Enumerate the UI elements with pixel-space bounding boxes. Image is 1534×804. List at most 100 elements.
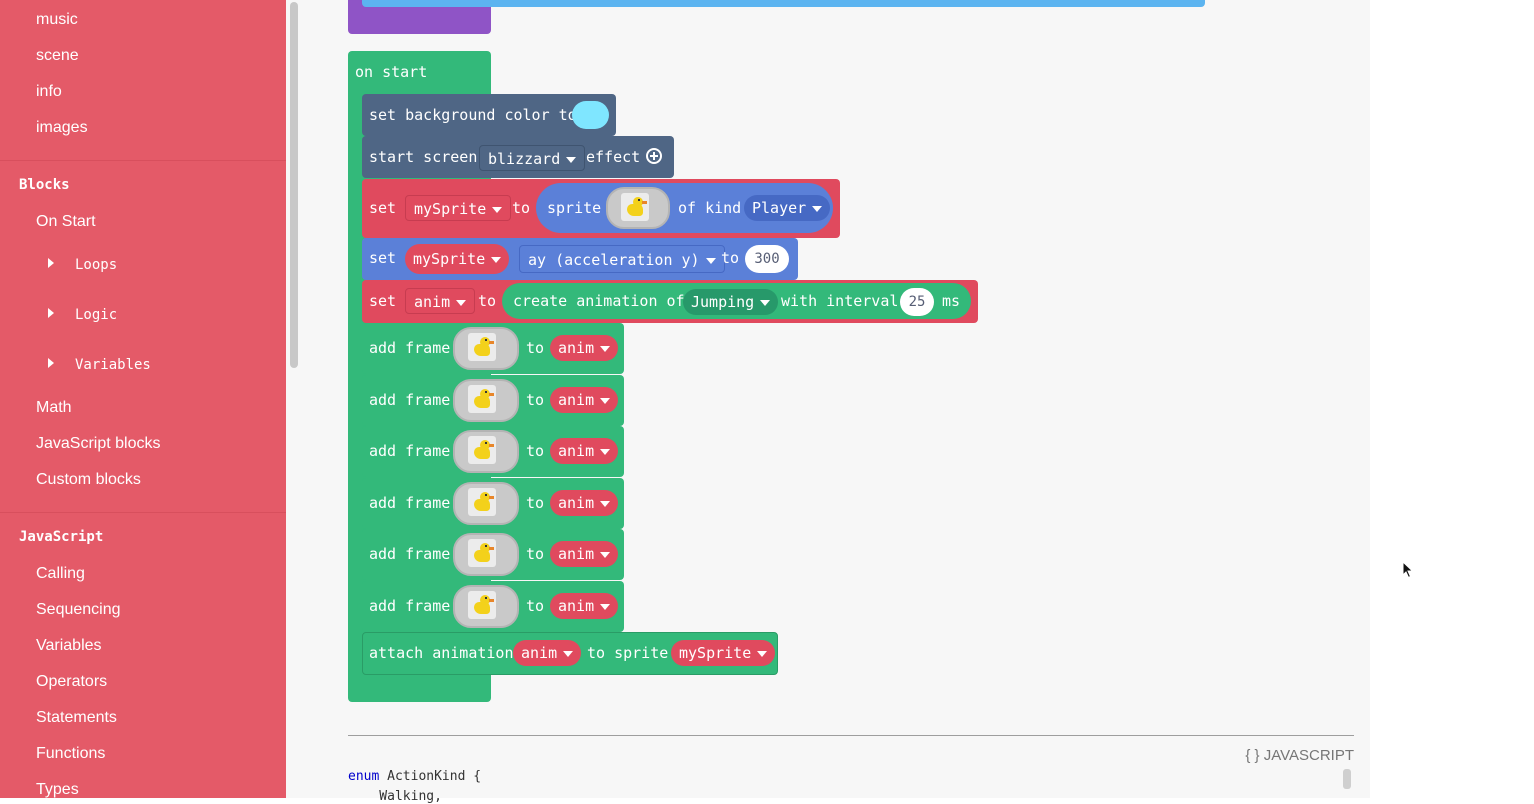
kind-dropdown-value: Player bbox=[752, 199, 807, 217]
sidebar-item-javascript-blocks[interactable]: JavaScript blocks bbox=[36, 435, 161, 453]
code-divider bbox=[348, 735, 1354, 736]
to-label: to bbox=[526, 494, 545, 512]
with-interval-label: with interval bbox=[781, 292, 899, 310]
anim-variable-dropdown[interactable]: anim bbox=[513, 640, 582, 666]
frame-image-slot[interactable] bbox=[453, 482, 519, 525]
variable-dropdown[interactable]: anim bbox=[405, 288, 476, 314]
add-frame-label: add frame bbox=[369, 494, 451, 512]
action-dropdown[interactable]: Jumping bbox=[683, 289, 779, 315]
sidebar-item-info[interactable]: info bbox=[36, 83, 62, 101]
code-scrollbar-thumb[interactable] bbox=[1343, 769, 1351, 789]
sidebar-item-loops[interactable]: Loops bbox=[75, 257, 117, 273]
to-label: to bbox=[526, 597, 545, 615]
to-label: to bbox=[526, 442, 545, 460]
frame-image-slot[interactable] bbox=[453, 585, 519, 628]
chevron-down-icon bbox=[492, 206, 503, 213]
ms-label: ms bbox=[942, 292, 961, 310]
sidebar-item-scene[interactable]: scene bbox=[36, 47, 79, 65]
frame-image-slot[interactable] bbox=[453, 533, 519, 576]
on-start-label: on start bbox=[355, 63, 428, 81]
add-frame-label: add frame bbox=[369, 339, 451, 357]
chevron-down-icon bbox=[600, 551, 611, 558]
sidebar-item-statements[interactable]: Statements bbox=[36, 709, 117, 727]
sprite-label: sprite bbox=[547, 199, 602, 217]
sidebar-item-sequencing[interactable]: Sequencing bbox=[36, 601, 121, 619]
sidebar-item-on-start[interactable]: On Start bbox=[36, 213, 96, 231]
duck-image-icon bbox=[468, 333, 496, 361]
add-frame-label: add frame bbox=[369, 545, 451, 563]
frame-image-slot[interactable] bbox=[453, 430, 519, 473]
sidebar-item-images[interactable]: images bbox=[36, 119, 88, 137]
action-dropdown-value: Jumping bbox=[691, 293, 755, 311]
anim-variable-value: anim bbox=[521, 644, 558, 662]
set-background-color-label: set background color to bbox=[369, 106, 577, 124]
anim-variable-value: anim bbox=[558, 391, 595, 409]
expand-arrow-icon[interactable] bbox=[48, 308, 54, 318]
expand-arrow-icon[interactable] bbox=[48, 258, 54, 268]
chevron-down-icon bbox=[600, 397, 611, 404]
color-swatch[interactable] bbox=[572, 101, 609, 129]
sidebar-heading-javascript[interactable]: JavaScript bbox=[19, 529, 103, 545]
duck-image-icon bbox=[468, 488, 496, 516]
expand-arrow-icon[interactable] bbox=[48, 358, 54, 368]
keyword-enum: enum bbox=[348, 769, 380, 784]
sidebar-item-variables[interactable]: Variables bbox=[36, 637, 102, 655]
sidebar-heading-blocks[interactable]: Blocks bbox=[19, 177, 70, 193]
chevron-down-icon bbox=[757, 650, 768, 657]
javascript-tab[interactable]: { } JAVASCRIPT bbox=[1245, 747, 1354, 764]
property-dropdown-value: ay (acceleration y) bbox=[528, 251, 700, 269]
sidebar-scrollbar-thumb[interactable] bbox=[290, 2, 298, 368]
duck-image-icon bbox=[468, 436, 496, 464]
frame-image-slot[interactable] bbox=[453, 379, 519, 422]
frame-image-slot[interactable] bbox=[453, 327, 519, 370]
sidebar-item-types[interactable]: Types bbox=[36, 781, 79, 798]
sidebar-item-operators[interactable]: Operators bbox=[36, 673, 107, 691]
anim-variable-dropdown[interactable]: anim bbox=[550, 490, 619, 516]
sprite-variable-dropdown[interactable]: mySprite bbox=[671, 640, 776, 666]
variable-dropdown-value: mySprite bbox=[414, 200, 487, 218]
interval-input[interactable]: 25 bbox=[900, 288, 934, 316]
variable-reporter[interactable]: mySprite bbox=[405, 244, 510, 274]
sidebar-item-functions[interactable]: Functions bbox=[36, 745, 105, 763]
blue-block-partial[interactable] bbox=[362, 0, 1205, 7]
add-icon[interactable] bbox=[646, 148, 662, 164]
duck-image-icon bbox=[468, 539, 496, 567]
anim-variable-dropdown[interactable]: anim bbox=[550, 438, 619, 464]
chevron-down-icon bbox=[812, 205, 823, 212]
chevron-down-icon bbox=[456, 299, 467, 306]
create-animation-label: create animation of bbox=[513, 292, 685, 310]
effect-dropdown[interactable]: blizzard bbox=[479, 145, 586, 171]
to-label: to bbox=[478, 292, 497, 310]
variable-reporter-value: mySprite bbox=[413, 250, 486, 268]
image-slot[interactable] bbox=[606, 187, 670, 229]
sidebar-item-music[interactable]: music bbox=[36, 11, 78, 29]
add-frame-label: add frame bbox=[369, 442, 451, 460]
sidebar-item-variables[interactable]: Variables bbox=[75, 357, 151, 373]
sidebar-item-logic[interactable]: Logic bbox=[75, 307, 117, 323]
effect-dropdown-value: blizzard bbox=[488, 150, 561, 168]
duck-image-icon bbox=[621, 193, 649, 221]
to-label: to bbox=[512, 199, 531, 217]
anim-variable-dropdown[interactable]: anim bbox=[550, 593, 619, 619]
sidebar-item-math[interactable]: Math bbox=[36, 399, 72, 417]
to-label: to bbox=[526, 339, 545, 357]
mouse-cursor-icon bbox=[1402, 561, 1414, 579]
sidebar-item-custom-blocks[interactable]: Custom blocks bbox=[36, 471, 141, 489]
of-kind-label: of kind bbox=[678, 199, 742, 217]
anim-variable-dropdown[interactable]: anim bbox=[550, 387, 619, 413]
anim-variable-dropdown[interactable]: anim bbox=[550, 335, 619, 361]
anim-variable-dropdown[interactable]: anim bbox=[550, 541, 619, 567]
variable-dropdown[interactable]: mySprite bbox=[405, 195, 512, 221]
chevron-down-icon bbox=[600, 448, 611, 455]
to-label: to bbox=[526, 545, 545, 563]
add-frame-label: add frame bbox=[369, 597, 451, 615]
sidebar-item-calling[interactable]: Calling bbox=[36, 565, 85, 583]
code-line-1-rest: ActionKind { bbox=[379, 769, 482, 784]
sidebar-divider bbox=[0, 160, 286, 161]
anim-variable-value: anim bbox=[558, 545, 595, 563]
anim-variable-value: anim bbox=[558, 597, 595, 615]
to-label: to bbox=[721, 249, 740, 267]
kind-dropdown[interactable]: Player bbox=[744, 195, 831, 221]
property-dropdown[interactable]: ay (acceleration y) bbox=[519, 245, 725, 273]
number-input[interactable]: 300 bbox=[745, 245, 789, 273]
